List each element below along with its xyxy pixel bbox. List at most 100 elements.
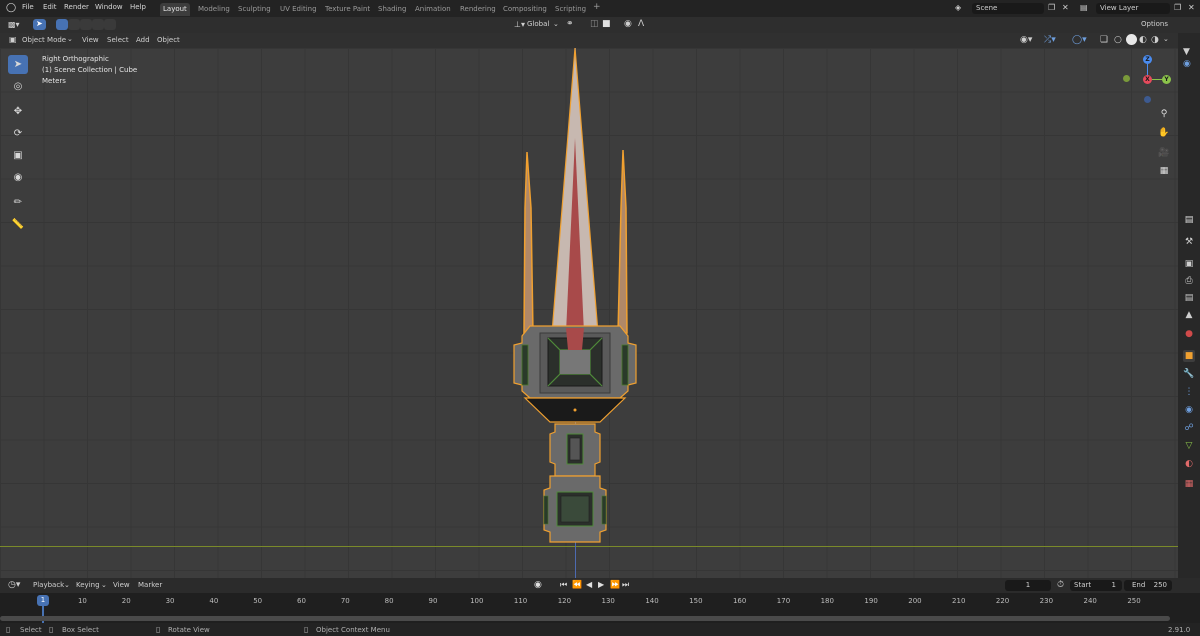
scene-field[interactable]: Scene	[972, 3, 1044, 14]
zoom-view-button[interactable]: ⚲	[1157, 107, 1171, 121]
snap-icon[interactable]: ◫	[590, 19, 599, 29]
rendered-shading-icon[interactable]: ◑	[1151, 35, 1159, 45]
menu-window[interactable]: Window	[95, 3, 123, 11]
transform-orientation-dropdown[interactable]: Global	[527, 20, 549, 28]
playhead[interactable]: 1	[37, 595, 49, 606]
world-properties-icon[interactable]: ●	[1183, 328, 1195, 340]
tool-measure[interactable]: 📏	[8, 215, 28, 234]
play-reverse-icon[interactable]: ◀	[586, 580, 592, 589]
tool-transform[interactable]: ◉	[8, 168, 28, 187]
tool-rotate[interactable]: ⟳	[8, 124, 28, 143]
gizmo-x-axis[interactable]: X	[1143, 75, 1152, 84]
tab-sculpting[interactable]: Sculpting	[235, 3, 274, 16]
tool-properties-icon[interactable]: ⚒	[1183, 236, 1195, 248]
blender-logo-icon[interactable]: ◯	[6, 3, 16, 13]
gizmo-neg-x[interactable]	[1123, 75, 1130, 82]
play-icon[interactable]: ▶	[598, 580, 604, 589]
start-frame-field[interactable]: Start 1	[1070, 580, 1122, 591]
tool-select[interactable]: ➤	[8, 55, 28, 74]
falloff-icon[interactable]: Λ	[638, 19, 644, 29]
tool-scale[interactable]: ▣	[8, 146, 28, 165]
timeline-scrollbar[interactable]	[0, 616, 1170, 621]
playback-menu[interactable]: Playback	[33, 581, 64, 589]
outliner-filter-icon[interactable]: ▼	[1183, 47, 1190, 57]
output-properties-icon[interactable]: ⎙	[1183, 275, 1195, 287]
render-properties-icon[interactable]: ▣	[1183, 258, 1195, 270]
marker-menu[interactable]: Marker	[138, 581, 162, 589]
perspective-toggle-button[interactable]: ▦	[1157, 164, 1171, 178]
gizmo-z-axis[interactable]: Z	[1143, 55, 1152, 64]
keying-menu[interactable]: Keying	[76, 581, 100, 589]
select-tool-button[interactable]: ➤	[33, 19, 46, 30]
tab-scripting[interactable]: Scripting	[552, 3, 589, 16]
select-mode-subtract-button[interactable]	[80, 19, 92, 30]
record-icon[interactable]: ◉	[534, 580, 542, 590]
3d-viewport[interactable]: ➤ ◎ ✥ ⟳ ▣ ◉ ✏ 📏 Right Orthographic (1) S…	[0, 48, 1178, 578]
gizmo-y-axis[interactable]: Y	[1162, 75, 1171, 84]
tab-rendering[interactable]: Rendering	[457, 3, 499, 16]
stopwatch-icon[interactable]: ⏱	[1057, 580, 1064, 590]
pan-view-button[interactable]: ✋	[1157, 126, 1171, 140]
editor-type-icon[interactable]: ▩▾	[8, 20, 20, 29]
visibility-icon[interactable]: ◉▾	[1020, 35, 1032, 45]
view-layer-icon[interactable]: ▤	[1080, 3, 1088, 12]
tab-modeling[interactable]: Modeling	[195, 3, 233, 16]
delete-scene-icon[interactable]: ✕	[1062, 3, 1069, 12]
select-mode-extend-button[interactable]	[68, 19, 80, 30]
menu-select[interactable]: Select	[107, 36, 129, 44]
gizmo-toggle-icon[interactable]: ⤮▾	[1044, 35, 1056, 45]
material-shading-icon[interactable]: ◐	[1139, 35, 1147, 45]
timeline-view-menu[interactable]: View	[113, 581, 130, 589]
scene-icon[interactable]: ◈	[955, 3, 961, 12]
shading-options-icon[interactable]: ⌄	[1163, 35, 1169, 43]
jump-end-icon[interactable]: ⏭	[622, 580, 629, 590]
tab-layout[interactable]: Layout	[160, 3, 190, 16]
timeline[interactable]: 1 10 20 30 40 50 60 70 80 90 100 110 120 130 140 150 16…	[0, 593, 1200, 623]
menu-help[interactable]: Help	[130, 3, 146, 11]
physics-properties-icon[interactable]: ◉	[1183, 404, 1195, 416]
tab-texture-paint[interactable]: Texture Paint	[322, 3, 373, 16]
object-properties-icon[interactable]: ■	[1183, 350, 1195, 362]
data-properties-icon[interactable]: ▽	[1183, 440, 1195, 452]
tab-uv-editing[interactable]: UV Editing	[277, 3, 320, 16]
gizmo-neg-z[interactable]	[1144, 96, 1151, 103]
add-workspace-button[interactable]: +	[590, 1, 604, 14]
menu-object[interactable]: Object	[157, 36, 180, 44]
snap-target-icon[interactable]: ■	[602, 19, 611, 29]
end-frame-field[interactable]: End 250	[1124, 580, 1172, 591]
properties-editor-icon[interactable]: ▤	[1183, 214, 1195, 226]
menu-view[interactable]: View	[82, 36, 99, 44]
tool-cursor[interactable]: ◎	[8, 77, 28, 96]
new-view-layer-icon[interactable]: ❐	[1174, 3, 1181, 12]
select-mode-invert-button[interactable]	[92, 19, 104, 30]
pivot-point-icon[interactable]: ⚭	[566, 19, 574, 29]
modifier-properties-icon[interactable]: 🔧	[1183, 368, 1195, 380]
camera-view-button[interactable]: 🎥	[1157, 146, 1171, 160]
xray-icon[interactable]: ❏	[1100, 35, 1108, 45]
wireframe-shading-icon[interactable]: ○	[1114, 35, 1122, 45]
current-frame-field[interactable]: 1	[1005, 580, 1051, 591]
view-layer-properties-icon[interactable]: ▤	[1183, 292, 1195, 304]
constraints-properties-icon[interactable]: ☍	[1183, 422, 1195, 434]
selected-mesh-object[interactable]	[500, 48, 650, 548]
menu-edit[interactable]: Edit	[43, 3, 57, 11]
jump-start-icon[interactable]: ⏮	[560, 580, 567, 590]
tab-shading[interactable]: Shading	[375, 3, 409, 16]
solid-shading-icon[interactable]	[1126, 34, 1137, 45]
new-scene-icon[interactable]: ❐	[1048, 3, 1055, 12]
clock-icon[interactable]: ◷▾	[8, 580, 20, 590]
view-layer-field[interactable]: View Layer	[1096, 3, 1170, 14]
delete-view-layer-icon[interactable]: ✕	[1188, 3, 1195, 12]
menu-add[interactable]: Add	[136, 36, 150, 44]
options-dropdown[interactable]: Options	[1141, 20, 1168, 28]
eye-icon[interactable]: ◉	[1183, 59, 1191, 69]
menu-file[interactable]: File	[22, 3, 34, 11]
particles-properties-icon[interactable]: ⋮	[1183, 386, 1195, 398]
proportional-edit-icon[interactable]: ◉	[624, 19, 632, 29]
tab-animation[interactable]: Animation	[412, 3, 454, 16]
object-mode-dropdown[interactable]: Object Mode	[22, 36, 66, 44]
jump-keyframe-forward-icon[interactable]: ⏩	[610, 580, 620, 589]
tab-compositing[interactable]: Compositing	[500, 3, 550, 16]
menu-render[interactable]: Render	[64, 3, 89, 11]
tool-move[interactable]: ✥	[8, 102, 28, 121]
